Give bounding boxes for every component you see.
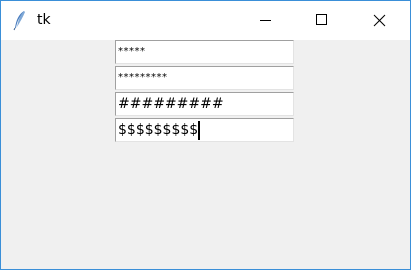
client-area: ***** ********* ######### $$$$$$$$$ [1, 40, 410, 269]
window-title: tk [37, 12, 51, 28]
close-icon [373, 14, 386, 27]
maximize-button[interactable] [298, 1, 344, 40]
entry-4-wrap: $$$$$$$$$ [118, 121, 201, 140]
tk-window: tk ***** ********* ######### $$$$$$$$$ [0, 0, 411, 270]
title-bar[interactable]: tk [1, 1, 410, 40]
entry-field-4[interactable]: $$$$$$$$$ [115, 118, 294, 142]
entry-3-value: ######### [118, 96, 224, 112]
entry-2-value: ********* [118, 72, 168, 83]
maximize-icon [316, 14, 327, 25]
close-button[interactable] [356, 1, 402, 40]
feather-icon [10, 9, 30, 31]
entry-4-value: $$$$$$$$$ [118, 122, 199, 138]
entry-field-2[interactable]: ********* [115, 66, 294, 90]
entry-1-value: ***** [118, 46, 146, 57]
entry-field-3[interactable]: ######### [115, 92, 294, 116]
minimize-icon [260, 20, 271, 21]
entry-field-1[interactable]: ***** [115, 40, 294, 64]
minimize-button[interactable] [243, 1, 289, 40]
text-cursor [198, 121, 201, 140]
